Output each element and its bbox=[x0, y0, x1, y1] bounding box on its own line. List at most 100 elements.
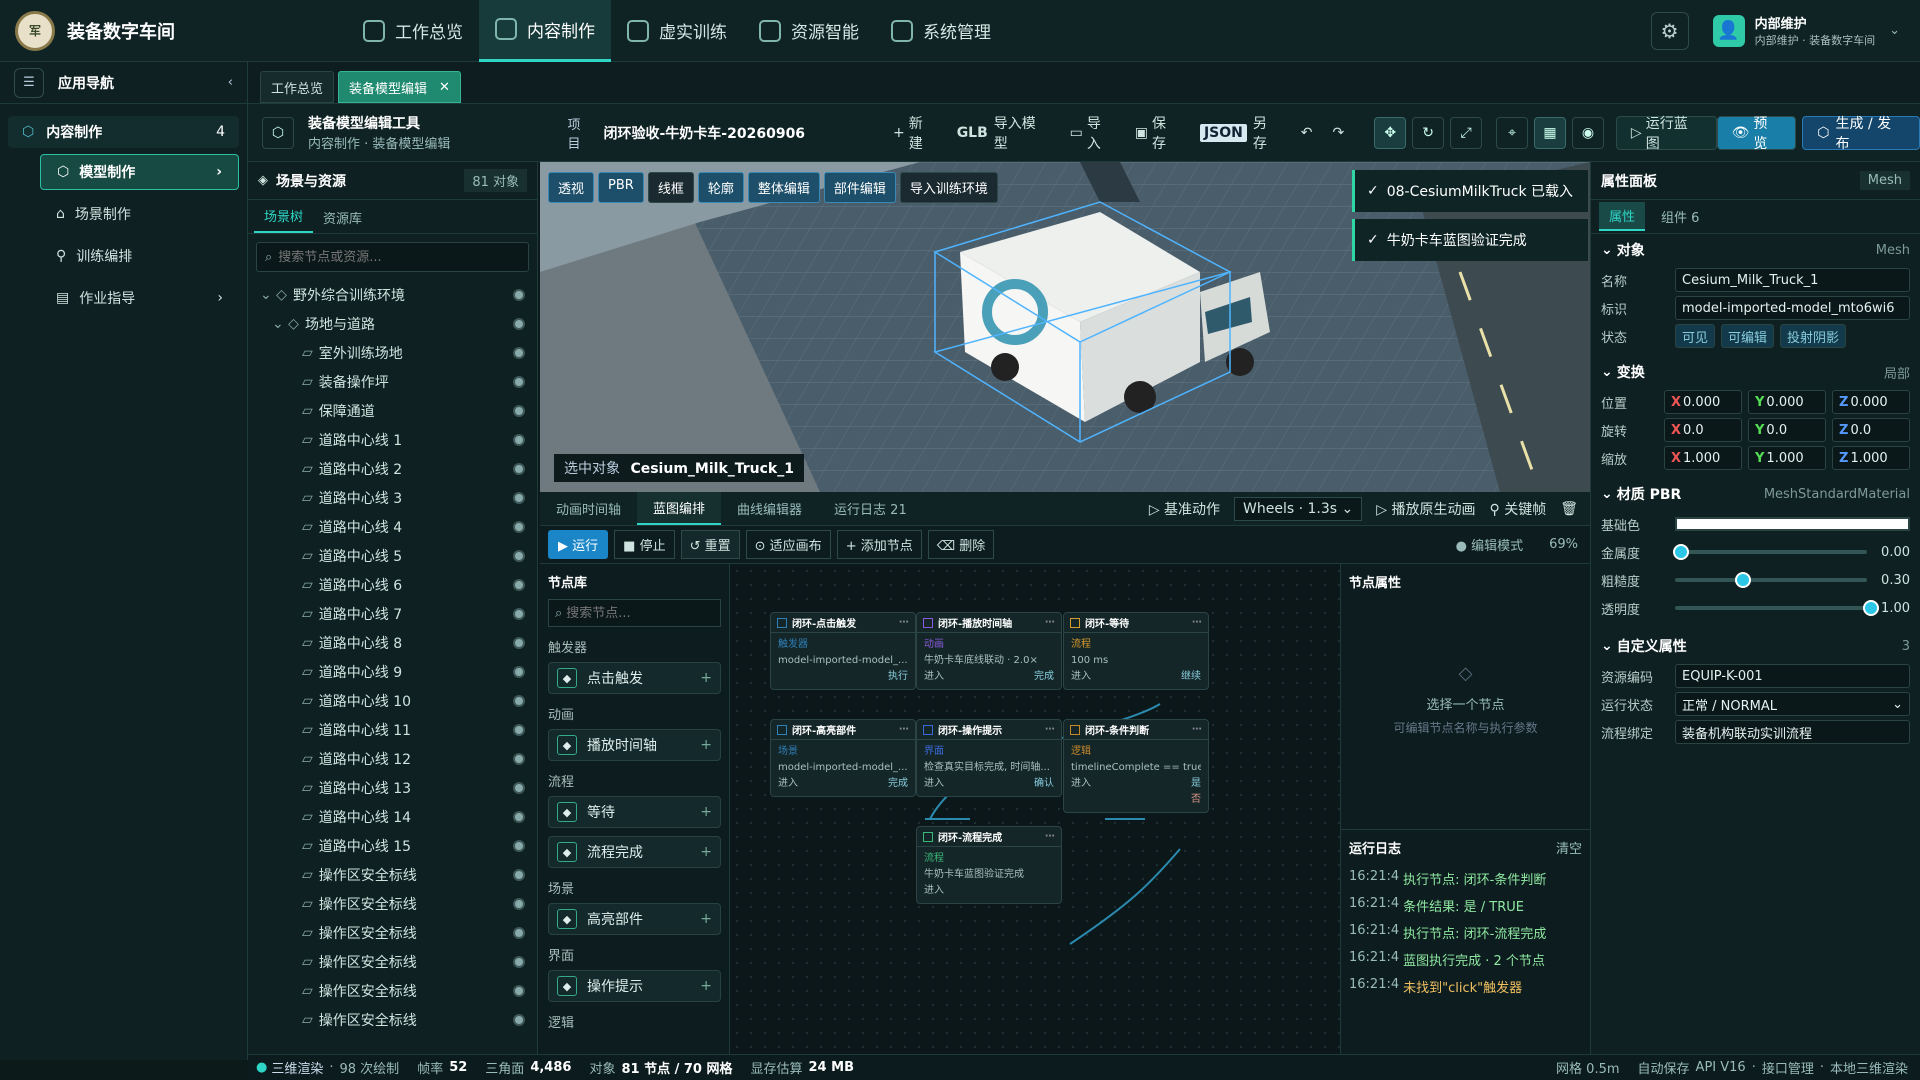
blueprint-node[interactable]: 闭环-条件判断 ⋯ 逻辑 timelineComplete == true 进入是否 bbox=[1063, 719, 1209, 813]
add-icon[interactable]: + bbox=[700, 737, 712, 753]
tree-node[interactable]: ▱ 保障通道 bbox=[248, 396, 537, 425]
sidebar-group-content[interactable]: ⬡ 内容制作 4 bbox=[8, 116, 239, 148]
visibility-icon[interactable] bbox=[513, 346, 525, 359]
tree-node[interactable]: ▱ 装备操作坪 bbox=[248, 367, 537, 396]
undo-button[interactable]: ↶ bbox=[1301, 125, 1313, 141]
view-mode-4[interactable]: 整体编辑 bbox=[747, 172, 820, 203]
sidebar-item-model[interactable]: ⬡ 模型制作 › bbox=[40, 154, 239, 190]
visibility-icon[interactable] bbox=[513, 810, 525, 823]
sidebar-item-guide[interactable]: ▤ 作业指导 › bbox=[40, 280, 239, 316]
more-icon[interactable]: ⋯ bbox=[1045, 724, 1055, 735]
tree-node[interactable]: ▱ 道路中心线 5 bbox=[248, 541, 537, 570]
status-port[interactable]: 接口管理 bbox=[1762, 1058, 1814, 1077]
tree-node[interactable]: ▱ 操作区安全标线 bbox=[248, 1005, 537, 1034]
close-icon[interactable]: ✕ bbox=[439, 80, 450, 95]
tab-anim-timeline[interactable]: 动画时间轴 bbox=[540, 499, 637, 518]
code-field[interactable]: EQUIP-K-001 bbox=[1675, 664, 1910, 688]
flow-field[interactable]: 装备机构联动实训流程 bbox=[1675, 720, 1910, 744]
nav-content[interactable]: 内容制作 bbox=[479, 0, 611, 62]
tree-node[interactable]: ▱ 道路中心线 2 bbox=[248, 454, 537, 483]
tree-node[interactable]: ▱ 道路中心线 4 bbox=[248, 512, 537, 541]
visibility-icon[interactable] bbox=[513, 375, 525, 388]
visibility-icon[interactable] bbox=[513, 955, 525, 968]
camera-icon[interactable]: ◉ bbox=[1571, 116, 1604, 149]
rot-y[interactable]: Y 0.0 bbox=[1748, 418, 1826, 442]
add-icon[interactable]: + bbox=[700, 670, 712, 686]
view-mode-5[interactable]: 部件编辑 bbox=[823, 172, 896, 203]
visibility-icon[interactable] bbox=[513, 984, 525, 997]
tab-asset-lib[interactable]: 资源库 bbox=[313, 208, 372, 233]
keyframe-button[interactable]: ⚲ 关键帧 bbox=[1490, 499, 1547, 519]
tree-node[interactable]: ▱ 道路中心线 6 bbox=[248, 570, 537, 599]
tree-node[interactable]: ▱ 道路中心线 3 bbox=[248, 483, 537, 512]
bp-fit-button[interactable]: ⊙ 适应画布 bbox=[745, 530, 831, 559]
tree-node[interactable]: ▱ 道路中心线 11 bbox=[248, 715, 537, 744]
bp-delete-button[interactable]: ⌫ 删除 bbox=[927, 530, 995, 559]
tree-node[interactable]: ▱ 道路中心线 9 bbox=[248, 657, 537, 686]
lib-node-item[interactable]: ◆ 等待 + bbox=[548, 796, 721, 828]
id-field[interactable]: model-imported-model_mto6wi6 bbox=[1675, 296, 1910, 320]
rot-z[interactable]: Z 0.0 bbox=[1832, 418, 1910, 442]
tree-node[interactable]: ▱ 操作区安全标线 bbox=[248, 976, 537, 1005]
rot-x[interactable]: X 0.0 bbox=[1664, 418, 1742, 442]
scale-z[interactable]: Z 1.000 bbox=[1832, 446, 1910, 470]
tab-props[interactable]: 属性 bbox=[1599, 202, 1646, 231]
more-icon[interactable]: ⋯ bbox=[1045, 617, 1055, 628]
visibility-icon[interactable] bbox=[513, 607, 525, 620]
view-mode-6[interactable]: 导入训练环境 bbox=[899, 172, 998, 203]
add-icon[interactable]: + bbox=[700, 804, 712, 820]
base-color-swatch[interactable] bbox=[1675, 517, 1910, 531]
run-blueprint-button[interactable]: ▷ 运行蓝图 bbox=[1615, 115, 1717, 152]
lib-node-item[interactable]: ◆ 流程完成 + bbox=[548, 836, 721, 868]
tree-node[interactable]: ▱ 道路中心线 10 bbox=[248, 686, 537, 715]
bp-run-button[interactable]: ▶ 运行 bbox=[548, 530, 609, 559]
blueprint-node[interactable]: 闭环-点击触发 ⋯ 触发器 model-imported-model_... 执行 bbox=[770, 612, 916, 690]
redo-button[interactable]: ↷ bbox=[1332, 125, 1344, 141]
editable-toggle[interactable]: 可编辑 bbox=[1721, 324, 1775, 348]
nav-system[interactable]: 系统管理 bbox=[875, 0, 1007, 62]
tab-overview[interactable]: 工作总览 bbox=[260, 71, 335, 103]
section-object[interactable]: ⌄ 对象 Mesh bbox=[1591, 234, 1920, 266]
move-icon[interactable]: ✥ bbox=[1374, 116, 1407, 149]
visibility-icon[interactable] bbox=[513, 868, 525, 881]
roughness-slider[interactable] bbox=[1675, 572, 1868, 588]
saveas-button[interactable]: JSON 另存 bbox=[1199, 113, 1281, 153]
publish-button[interactable]: ⬡ 生成 / 发布 bbox=[1802, 115, 1920, 152]
rotate-icon[interactable]: ↻ bbox=[1412, 116, 1445, 149]
tab-run-log[interactable]: 运行日志 21 bbox=[818, 499, 923, 518]
pos-y[interactable]: Y 0.000 bbox=[1748, 390, 1826, 414]
add-icon[interactable]: + bbox=[700, 844, 712, 860]
visibility-icon[interactable] bbox=[513, 839, 525, 852]
add-icon[interactable]: + bbox=[700, 911, 712, 927]
blueprint-node[interactable]: 闭环-等待 ⋯ 流程 100 ms 进入 继续 bbox=[1063, 612, 1209, 690]
visibility-icon[interactable] bbox=[513, 781, 525, 794]
log-clear-button[interactable]: 清空 bbox=[1556, 838, 1582, 857]
settings-button[interactable]: ⚙ bbox=[1650, 11, 1689, 50]
section-material[interactable]: ⌄ 材质 PBR MeshStandardMaterial bbox=[1591, 478, 1920, 510]
play-native-button[interactable]: ▷ 播放原生动画 bbox=[1376, 499, 1475, 519]
tree-node[interactable]: ▱ 道路中心线 15 bbox=[248, 831, 537, 860]
visibility-icon[interactable] bbox=[513, 491, 525, 504]
visibility-icon[interactable] bbox=[513, 926, 525, 939]
tree-node[interactable]: ▱ 操作区安全标线 bbox=[248, 860, 537, 889]
import-button[interactable]: ▭ 导入 bbox=[1070, 113, 1115, 153]
tree-node[interactable]: ▱ 操作区安全标线 bbox=[248, 947, 537, 976]
glb-import-button[interactable]: GLB 导入模型 bbox=[957, 113, 1050, 153]
visibility-icon[interactable] bbox=[513, 578, 525, 591]
tree-node[interactable]: ⌄ ◇ 野外综合训练环境 bbox=[248, 280, 537, 309]
visibility-icon[interactable] bbox=[513, 897, 525, 910]
visibility-icon[interactable] bbox=[513, 665, 525, 678]
node-search-input[interactable] bbox=[566, 605, 714, 621]
preview-button[interactable]: 👁 预览 bbox=[1716, 115, 1797, 152]
visibility-icon[interactable] bbox=[513, 636, 525, 649]
visibility-icon[interactable] bbox=[513, 752, 525, 765]
more-icon[interactable]: ⋯ bbox=[1192, 617, 1202, 628]
nav-training[interactable]: 虚实训练 bbox=[611, 0, 743, 62]
view-mode-0[interactable]: 透视 bbox=[548, 172, 595, 203]
tree-node[interactable]: ▱ 道路中心线 8 bbox=[248, 628, 537, 657]
tree-node[interactable]: ▱ 操作区安全标线 bbox=[248, 918, 537, 947]
bp-reset-button[interactable]: ↺ 重置 bbox=[680, 530, 740, 559]
blueprint-node[interactable]: 闭环-高亮部件 ⋯ 场景 model-imported-model_... 进入 完成 bbox=[770, 719, 916, 797]
cast-shadow-toggle[interactable]: 投射阴影 bbox=[1780, 324, 1847, 348]
scale-x[interactable]: X 1.000 bbox=[1664, 446, 1742, 470]
